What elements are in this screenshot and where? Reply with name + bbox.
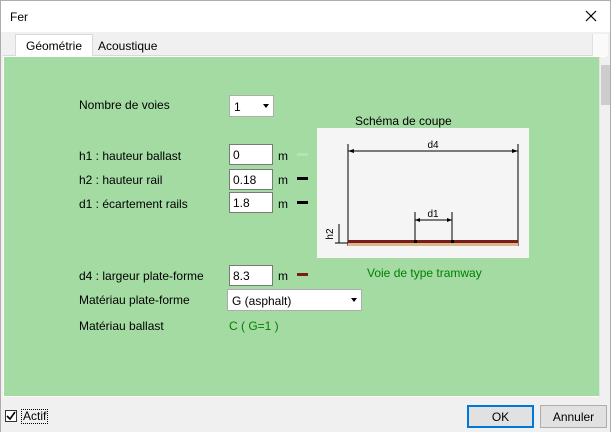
cross-section-diagram: d4 d1 h2 (317, 128, 529, 258)
window-title: Fer (10, 10, 28, 24)
d4-color-swatch (297, 273, 308, 276)
h2-input[interactable]: 0.18 (229, 169, 273, 190)
h1-input[interactable]: 0 (229, 144, 273, 165)
tab-bar-edge (592, 34, 608, 56)
schema-title: Schéma de coupe (355, 114, 452, 128)
dialog-window: Fer Géométrie Acoustique Nombre de voies… (0, 0, 611, 432)
h2-label: h2 : hauteur rail (79, 173, 163, 187)
h1-color-swatch (297, 153, 308, 156)
h2-diagram-label: h2 (325, 228, 336, 240)
schema-caption: Voie de type tramway (367, 266, 482, 280)
h2-unit: m (278, 173, 288, 187)
cross-section-svg: d4 d1 h2 (325, 140, 519, 246)
actif-label[interactable]: Actif (21, 409, 49, 424)
close-button[interactable] (580, 5, 602, 27)
h1-label: h1 : hauteur ballast (79, 149, 182, 163)
materiau-ballast-label: Matériau ballast (79, 319, 164, 333)
d4-arrow-right (512, 149, 518, 153)
d1-diagram-label: d1 (427, 209, 439, 220)
materiau-plateforme-label: Matériau plate-forme (79, 293, 190, 307)
h1-unit: m (278, 149, 288, 163)
title-bar: Fer (1, 1, 610, 32)
tab-acoustique[interactable]: Acoustique (88, 36, 167, 56)
d1-arrow-left (415, 218, 420, 222)
actif-checkbox[interactable] (5, 410, 17, 422)
d1-unit: m (278, 197, 288, 211)
cancel-button[interactable]: Annuler (540, 405, 607, 428)
d1-color-swatch (297, 201, 308, 204)
d4-input[interactable]: 8.3 (229, 265, 273, 286)
materiau-plateforme-value: G (asphalt) (232, 294, 292, 308)
materiau-plateforme-select[interactable]: G (asphalt) (227, 289, 362, 311)
d4-diagram-label: d4 (427, 140, 439, 151)
rail-left (414, 240, 417, 243)
chevron-down-icon (351, 298, 357, 302)
tab-geometrie[interactable]: Géométrie (15, 34, 94, 56)
nombre-voies-label: Nombre de voies (79, 98, 170, 112)
d4-unit: m (278, 269, 288, 283)
h2-color-swatch (297, 177, 308, 180)
nombre-voies-select[interactable]: 1 (229, 95, 274, 117)
ok-button[interactable]: OK (467, 405, 534, 428)
platform-layer (348, 240, 518, 243)
rail-right (451, 240, 454, 243)
d1-input[interactable]: 1.8 (229, 192, 273, 213)
chevron-down-icon (263, 104, 269, 108)
d1-label: d1 : écartement rails (79, 197, 188, 211)
d4-arrow-left (348, 149, 354, 153)
checkmark-icon (6, 411, 16, 421)
vertical-scrollbar[interactable] (599, 57, 610, 397)
nombre-voies-value: 1 (234, 100, 241, 114)
scrollbar-thumb[interactable] (601, 65, 610, 105)
d4-label: d4 : largeur plate-forme (79, 269, 204, 283)
close-icon (585, 10, 597, 22)
materiau-ballast-value: C ( G=1 ) (229, 319, 279, 333)
tab-bar: Géométrie Acoustique (3, 34, 608, 56)
d1-arrow-right (447, 218, 452, 222)
ballast-layer (348, 243, 518, 246)
